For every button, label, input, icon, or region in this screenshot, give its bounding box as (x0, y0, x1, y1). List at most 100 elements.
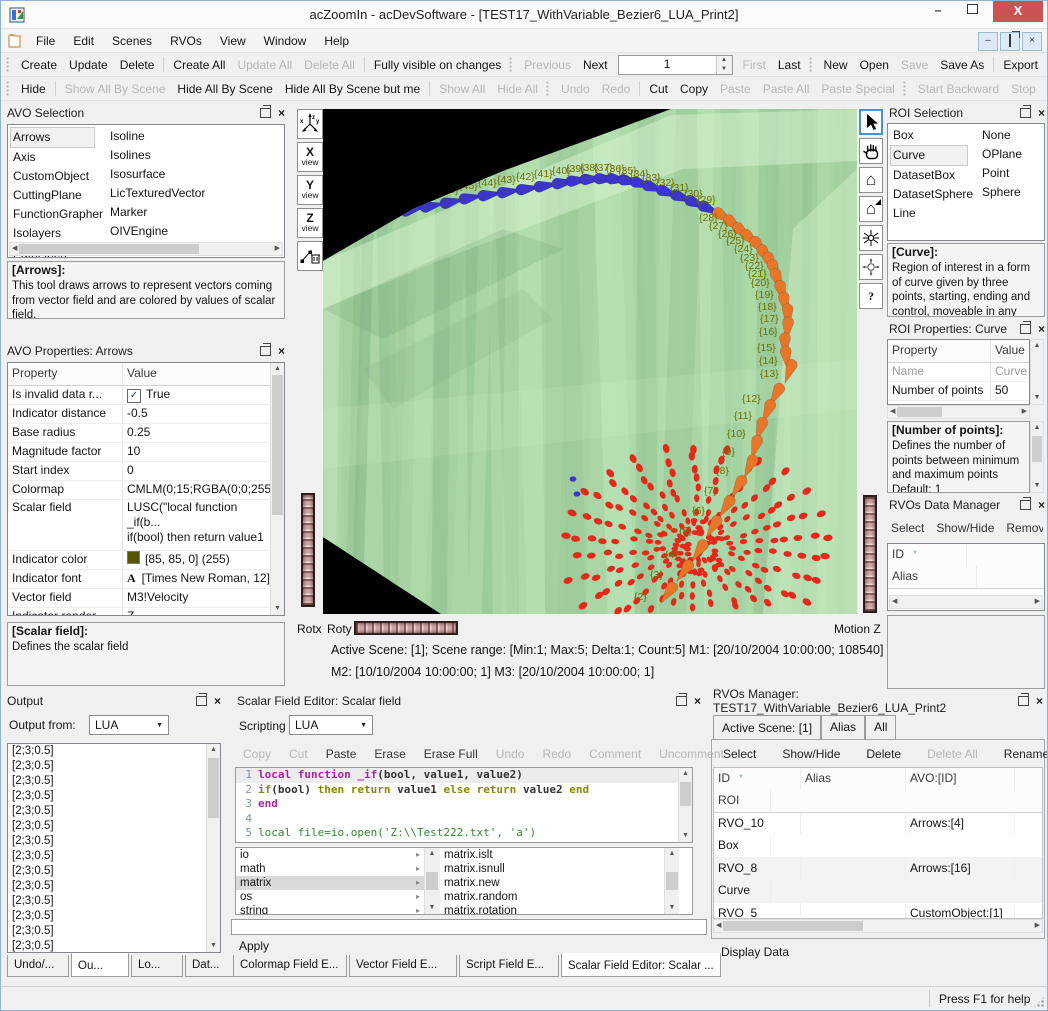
toolbar-grip[interactable] (546, 81, 550, 97)
scroll-left-icon[interactable]: ◀ (714, 920, 723, 932)
left-thumbwheel[interactable] (301, 493, 315, 607)
float-panel-icon[interactable] (1018, 696, 1029, 706)
menu-window[interactable]: Window (255, 31, 316, 51)
toolbar-button-last[interactable]: Last (772, 56, 807, 74)
float-panel-icon[interactable] (1020, 324, 1031, 334)
pan-tool-button[interactable] (859, 138, 883, 164)
toolbar-button-undo[interactable]: Undo (555, 80, 596, 98)
scroll-up-icon[interactable]: ▲ (272, 363, 283, 375)
toolbar-button-update[interactable]: Update (63, 56, 114, 74)
scroll-down-icon[interactable]: ▼ (1032, 480, 1043, 492)
list-item-datasetbox[interactable]: DatasetBox (893, 166, 977, 185)
seek-tool-button[interactable] (859, 254, 883, 280)
right-thumbwheel[interactable] (863, 495, 877, 613)
resize-grip[interactable] (1033, 996, 1045, 1008)
tab-lo[interactable]: Lo... (131, 955, 183, 977)
avo-selection-hscrollbar[interactable]: ◀▶ (9, 242, 283, 256)
list-item-isosurface[interactable]: Isosurface (110, 165, 210, 184)
toolbar-button-delete-all[interactable]: Delete All (921, 745, 984, 763)
toolbar-button-hide-all-by-scene-but-me[interactable]: Hide All By Scene but me (279, 80, 426, 98)
avo-properties-table[interactable]: PropertyValueIs invalid data r...✓TrueIn… (7, 362, 285, 616)
spin-down-icon[interactable]: ▼ (717, 65, 732, 74)
list-item-marker[interactable]: Marker (110, 203, 210, 222)
close-panel-icon[interactable]: × (1036, 696, 1043, 706)
3d-viewport-canvas[interactable]: {51}{50}{49}{48}{47}{46}{45}{44}{43}{42}… (323, 109, 857, 614)
roi-selection-list[interactable]: BoxCurveDatasetBoxDatasetSphereLineNoneO… (887, 123, 1045, 241)
toolbar-grip[interactable] (809, 57, 813, 73)
toolbar-button-hide-all-by-scene[interactable]: Hide All By Scene (171, 80, 278, 98)
close-panel-icon[interactable]: × (278, 108, 285, 118)
toolbar-button-start-forward[interactable]: Start Forward (1042, 80, 1048, 98)
toolbar-grip[interactable] (6, 57, 10, 73)
library-item-io[interactable]: io▸ (236, 848, 424, 862)
toolbar-button-first[interactable]: First (737, 56, 772, 74)
code-editor[interactable]: 1local function _if(bool, value1, value2… (235, 767, 693, 843)
checkbox-checked-icon[interactable]: ✓ (127, 389, 141, 403)
tab-alias[interactable]: Alias (821, 715, 865, 740)
float-panel-icon[interactable] (196, 696, 207, 706)
toolbar-button-delete[interactable]: Delete (860, 745, 907, 763)
toolbar-button-new[interactable]: New (818, 56, 854, 74)
library-item-os[interactable]: os▸ (236, 890, 424, 904)
float-panel-icon[interactable] (1020, 500, 1031, 510)
toolbar-button-paste-all[interactable]: Paste All (757, 80, 816, 98)
pointer-tool-button[interactable] (859, 109, 883, 135)
help-tool-button[interactable]: ? (859, 283, 883, 309)
toolbar-button-previous[interactable]: Previous (518, 56, 577, 74)
menu-scenes[interactable]: Scenes (103, 31, 161, 51)
table-row-rvo-5[interactable]: RVO_5CustomObject:[1]None (714, 903, 1042, 919)
y-view-button[interactable]: Yview (297, 175, 323, 205)
property-row-scalar-field[interactable]: Scalar fieldLUSC("local function _if(b..… (8, 500, 270, 551)
toolbar-button-comment[interactable]: Comment (583, 745, 647, 763)
menu-view[interactable]: View (211, 31, 255, 51)
property-row-number-of-points[interactable]: Number of points50 (888, 382, 1029, 401)
menu-edit[interactable]: Edit (64, 31, 103, 51)
property-row-indicator-color[interactable]: Indicator color[85, 85, 0] (255) (8, 551, 270, 570)
close-panel-icon[interactable]: × (214, 696, 221, 706)
sort-icon[interactable]: ▼ (912, 544, 918, 564)
list-item-line[interactable]: Line (893, 204, 977, 223)
scroll-up-icon[interactable]: ▲ (208, 744, 219, 756)
menu-rvos[interactable]: RVOs (161, 31, 211, 51)
toolbar-button-paste-special[interactable]: Paste Special (815, 80, 900, 98)
toolbar-grip[interactable] (509, 57, 513, 73)
dm-button-remove[interactable]: Remove (1006, 519, 1043, 537)
output-vscrollbar[interactable]: ▲▼ (206, 744, 220, 952)
toolbar-button-redo[interactable]: Redo (596, 80, 637, 98)
toolbar-button-copy[interactable]: Copy (237, 745, 277, 763)
scroll-down-icon[interactable]: ▼ (208, 940, 219, 952)
library-list[interactable]: io▸math▸matrix▸os▸string▸ (236, 848, 424, 914)
toolbar-button-show-all-by-scene[interactable]: Show All By Scene (59, 80, 172, 98)
spin-up-icon[interactable]: ▲ (717, 56, 732, 65)
scroll-right-icon[interactable]: ▶ (273, 243, 282, 255)
mdi-close-button[interactable]: × (1022, 32, 1042, 51)
toolbar-button-show-all[interactable]: Show All (433, 80, 491, 98)
property-row-magnitude-factor[interactable]: Magnitude factor10 (8, 443, 270, 462)
toolbar-button-show-hide[interactable]: Show/Hide (776, 745, 846, 763)
tab-ou[interactable]: Ou... (71, 953, 129, 977)
tab-vector-field-e[interactable]: Vector Field E... (349, 955, 457, 977)
member-list[interactable]: matrix.isltmatrix.isnullmatrix.newmatrix… (439, 848, 664, 914)
toolbar-button-next[interactable]: Next (577, 56, 614, 74)
menu-help[interactable]: Help (315, 31, 358, 51)
rvos-data-manager-table[interactable]: ▼IDAlias ◀▶ (887, 543, 1045, 611)
toolbar-button-update-all[interactable]: Update All (231, 56, 298, 74)
scroll-left-icon[interactable]: ◀ (10, 243, 19, 255)
scroll-down-icon[interactable]: ▼ (680, 830, 691, 842)
toolbar-button-rename[interactable]: Rename (998, 745, 1048, 763)
list-item-customobject[interactable]: CustomObject (13, 167, 105, 186)
tab-all[interactable]: All (865, 715, 896, 740)
set-home-view-button[interactable]: ⌂ (859, 196, 883, 222)
library-item-matrix[interactable]: matrix▸ (236, 876, 424, 890)
list-item-none[interactable]: None (982, 126, 1040, 145)
toolbar-button-stop[interactable]: Stop (1005, 80, 1042, 98)
close-panel-icon[interactable]: × (694, 696, 701, 706)
list-item-box[interactable]: Box (893, 126, 977, 145)
toolbar-button-export[interactable]: Export (997, 56, 1044, 74)
close-panel-icon[interactable]: × (278, 346, 285, 356)
toolbar-grip[interactable] (903, 81, 907, 97)
close-button[interactable]: X (993, 1, 1043, 22)
code-line[interactable]: 4 (236, 812, 678, 827)
toolbar-button-erase[interactable]: Erase (368, 745, 411, 763)
member-item-matrix-rotation[interactable]: matrix.rotation (440, 904, 664, 914)
